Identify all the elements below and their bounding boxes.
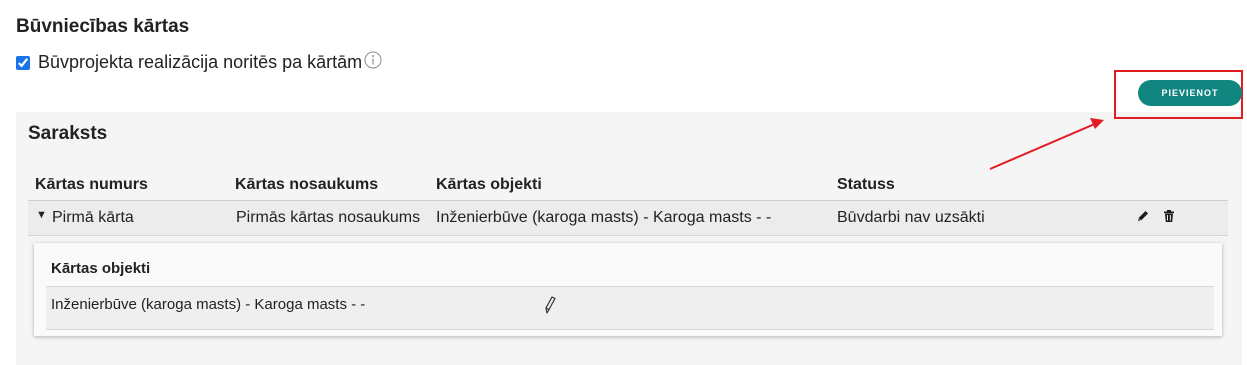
cell-name: Pirmās kārtas nosaukums: [236, 209, 421, 226]
list-panel: Saraksts Kārtas numurs Kārtas nosaukums …: [16, 112, 1242, 365]
column-header-number: Kārtas numurs: [35, 176, 148, 193]
cell-status: Būvdarbi nav uzsākti: [837, 209, 985, 226]
caret-down-icon[interactable]: ▼: [36, 209, 47, 221]
column-header-name: Kārtas nosaukums: [235, 176, 379, 193]
table-header: Kārtas numurs Kārtas nosaukums Kārtas ob…: [28, 172, 1228, 201]
row-actions: [1136, 209, 1176, 223]
column-header-status: Statuss: [837, 176, 895, 193]
trash-icon[interactable]: [1162, 209, 1176, 223]
list-title: Saraksts: [28, 123, 108, 144]
cell-objects: Inženierbūve (karoga masts) - Karoga mas…: [436, 209, 772, 226]
cell-number: Pirmā kārta: [52, 209, 134, 226]
table-row[interactable]: ▼ Pirmā kārta Pirmās kārtas nosaukums In…: [28, 201, 1228, 236]
stages-checkbox[interactable]: [16, 55, 30, 70]
column-header-objects: Kārtas objekti: [436, 176, 542, 193]
stage-objects-card: Kārtas objekti Inženierbūve (karoga mast…: [34, 243, 1222, 336]
stages-checkbox-row[interactable]: Būvprojekta realizācija noritēs pa kārtā…: [16, 51, 382, 73]
add-button[interactable]: PIEVIENOT: [1138, 80, 1242, 106]
stage-objects-title: Kārtas objekti: [51, 260, 151, 277]
pencil-icon[interactable]: [1136, 209, 1150, 223]
list-item: Inženierbūve (karoga masts) - Karoga mas…: [46, 286, 1214, 330]
stage-object-text: Inženierbūve (karoga masts) - Karoga mas…: [51, 296, 366, 313]
stages-checkbox-label: Būvprojekta realizācija noritēs pa kārtā…: [38, 52, 363, 72]
info-icon[interactable]: [364, 51, 382, 69]
pencil-outline-icon[interactable]: [542, 294, 558, 316]
page-title: Būvniecības kārtas: [16, 16, 190, 37]
